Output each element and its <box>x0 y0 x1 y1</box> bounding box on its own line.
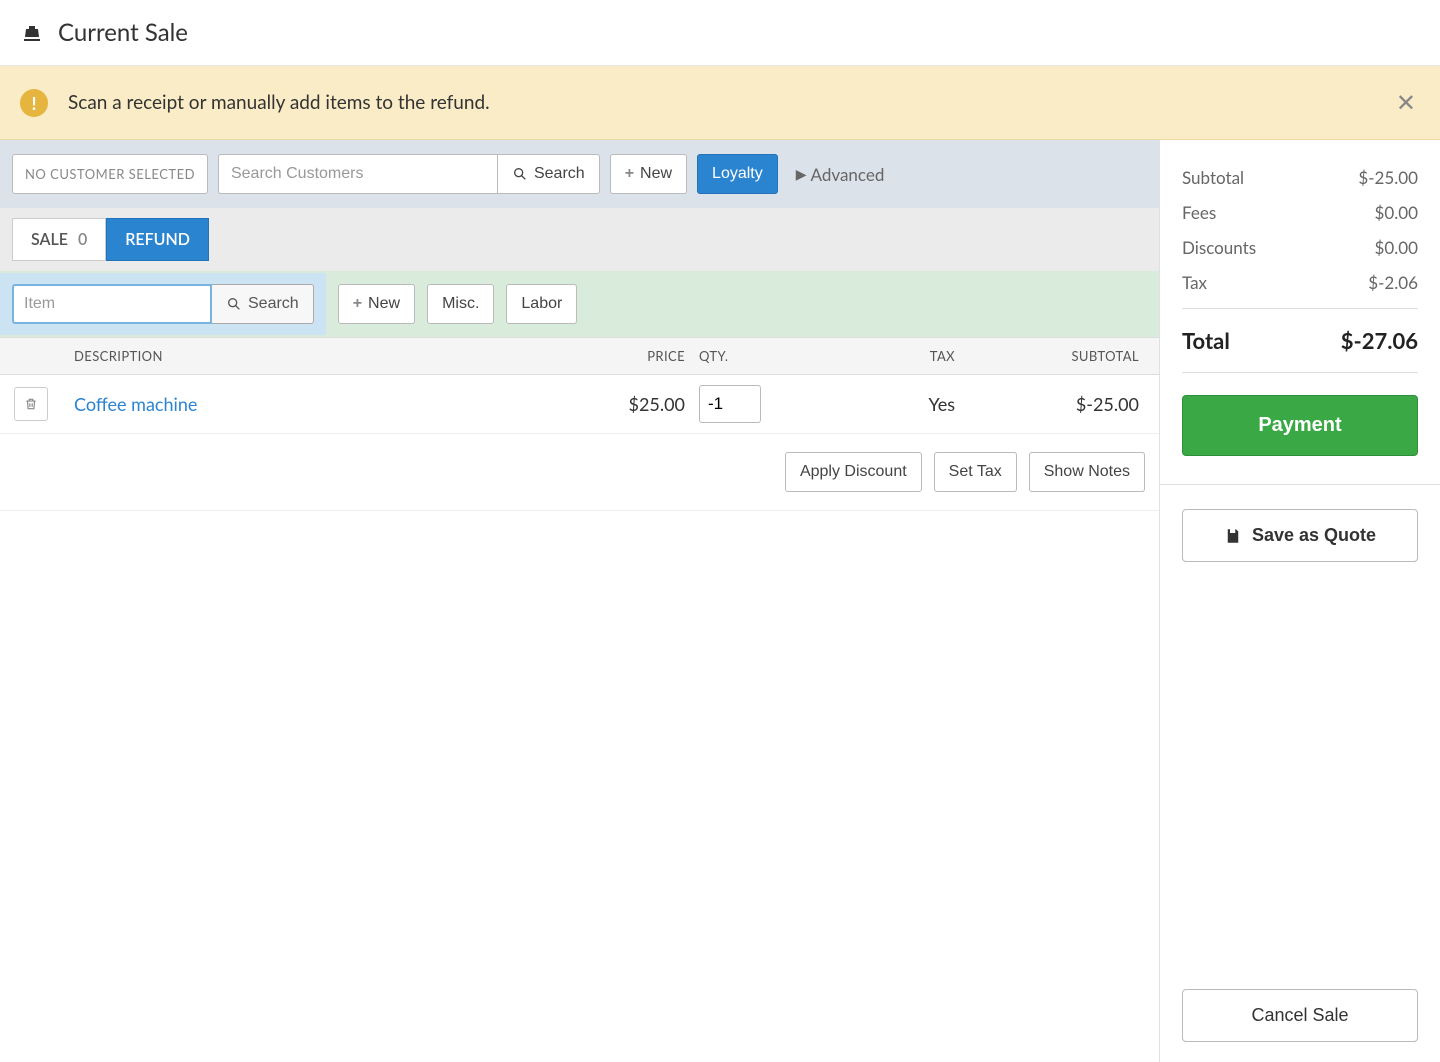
summary-discounts-value: $0.00 <box>1375 237 1418 258</box>
summary-panel: Subtotal $-25.00 Fees $0.00 Discounts $0… <box>1160 140 1440 1062</box>
line-item-qty-input[interactable] <box>699 385 761 423</box>
customer-search-input[interactable] <box>218 154 498 194</box>
line-item-price: $25.00 <box>565 393 685 415</box>
tab-sale-label: SALE <box>31 230 68 249</box>
delete-line-button[interactable] <box>14 387 48 421</box>
new-label: New <box>640 165 672 183</box>
tab-refund-label: REFUND <box>125 230 190 249</box>
plus-icon: + <box>353 295 362 313</box>
summary-total: Total $-27.06 <box>1182 308 1418 373</box>
page-header: Current Sale <box>0 0 1440 66</box>
misc-label: Misc. <box>442 295 479 313</box>
sale-refund-tabs: SALE 0 REFUND <box>0 208 1159 271</box>
plus-icon: + <box>625 165 634 183</box>
customer-toolbar: NO CUSTOMER SELECTED Search + New Loyalt… <box>0 140 1159 208</box>
line-item-row: Coffee machine $25.00 Yes $-25.00 <box>0 375 1159 434</box>
summary-tax-label: Tax <box>1182 272 1207 293</box>
summary-fees: Fees $0.00 <box>1182 195 1418 230</box>
alert-banner: ! Scan a receipt or manually add items t… <box>0 66 1440 140</box>
cancel-sale-button[interactable]: Cancel Sale <box>1182 989 1418 1042</box>
new-item-button[interactable]: + New <box>338 284 415 324</box>
advanced-toggle[interactable]: ▶ Advanced <box>796 164 885 185</box>
save-quote-label: Save as Quote <box>1252 525 1376 546</box>
labor-label: Labor <box>521 295 562 313</box>
item-toolbar: Search + New Misc. Labor <box>0 271 1159 337</box>
advanced-label: Advanced <box>811 164 885 185</box>
col-subtotal: SUBTOTAL <box>955 348 1145 364</box>
divider <box>1160 484 1440 485</box>
summary-fees-label: Fees <box>1182 202 1216 223</box>
apply-discount-label: Apply Discount <box>800 463 907 481</box>
line-item-subtotal: $-25.00 <box>955 393 1145 415</box>
payment-label: Payment <box>1258 414 1341 436</box>
col-price: PRICE <box>565 348 685 364</box>
summary-tax-value: $-2.06 <box>1368 272 1418 293</box>
show-notes-button[interactable]: Show Notes <box>1029 452 1145 492</box>
chevron-right-icon: ▶ <box>796 165 807 183</box>
sale-panel: NO CUSTOMER SELECTED Search + New Loyalt… <box>0 140 1160 1062</box>
line-items-header: DESCRIPTION PRICE QTY. TAX SUBTOTAL <box>0 337 1159 375</box>
summary-discounts: Discounts $0.00 <box>1182 230 1418 265</box>
summary-total-value: $-27.06 <box>1341 327 1418 354</box>
customer-search-button[interactable]: Search <box>497 154 600 194</box>
no-customer-badge[interactable]: NO CUSTOMER SELECTED <box>12 154 208 194</box>
misc-button[interactable]: Misc. <box>427 284 494 324</box>
summary-discounts-label: Discounts <box>1182 237 1256 258</box>
new-item-label: New <box>368 295 400 313</box>
save-quote-button[interactable]: Save as Quote <box>1182 509 1418 562</box>
line-actions-row: Apply Discount Set Tax Show Notes <box>0 434 1159 511</box>
search-label: Search <box>534 165 585 183</box>
line-item-description[interactable]: Coffee machine <box>74 393 197 415</box>
alert-icon: ! <box>20 89 48 117</box>
summary-tax: Tax $-2.06 <box>1182 265 1418 300</box>
search-icon <box>512 166 528 182</box>
show-notes-label: Show Notes <box>1044 463 1130 481</box>
apply-discount-button[interactable]: Apply Discount <box>785 452 922 492</box>
search-icon <box>226 296 242 312</box>
summary-subtotal: Subtotal $-25.00 <box>1182 160 1418 195</box>
payment-button[interactable]: Payment <box>1182 395 1418 456</box>
loyalty-label: Loyalty <box>712 165 763 183</box>
page-title: Current Sale <box>58 18 188 47</box>
trash-icon <box>24 397 38 411</box>
col-description: DESCRIPTION <box>14 348 565 364</box>
set-tax-label: Set Tax <box>949 463 1002 481</box>
tab-sale[interactable]: SALE 0 <box>12 218 106 261</box>
cancel-sale-label: Cancel Sale <box>1251 1005 1348 1025</box>
summary-subtotal-value: $-25.00 <box>1358 167 1418 188</box>
new-customer-button[interactable]: + New <box>610 154 687 194</box>
close-icon[interactable]: ✕ <box>1392 84 1420 121</box>
item-search-label: Search <box>248 295 299 313</box>
summary-total-label: Total <box>1182 327 1230 354</box>
register-icon <box>20 21 44 45</box>
save-quote-icon <box>1224 527 1242 545</box>
summary-subtotal-label: Subtotal <box>1182 167 1244 188</box>
loyalty-button[interactable]: Loyalty <box>697 154 778 194</box>
line-item-tax: Yes <box>775 393 955 415</box>
item-search-input[interactable] <box>12 284 212 324</box>
col-qty: QTY. <box>685 348 775 364</box>
item-search-button[interactable]: Search <box>212 284 314 324</box>
tab-sale-count: 0 <box>78 230 87 249</box>
summary-fees-value: $0.00 <box>1375 202 1418 223</box>
set-tax-button[interactable]: Set Tax <box>934 452 1017 492</box>
labor-button[interactable]: Labor <box>506 284 577 324</box>
tab-refund[interactable]: REFUND <box>106 218 209 261</box>
alert-text: Scan a receipt or manually add items to … <box>68 91 1392 114</box>
col-tax: TAX <box>775 348 955 364</box>
